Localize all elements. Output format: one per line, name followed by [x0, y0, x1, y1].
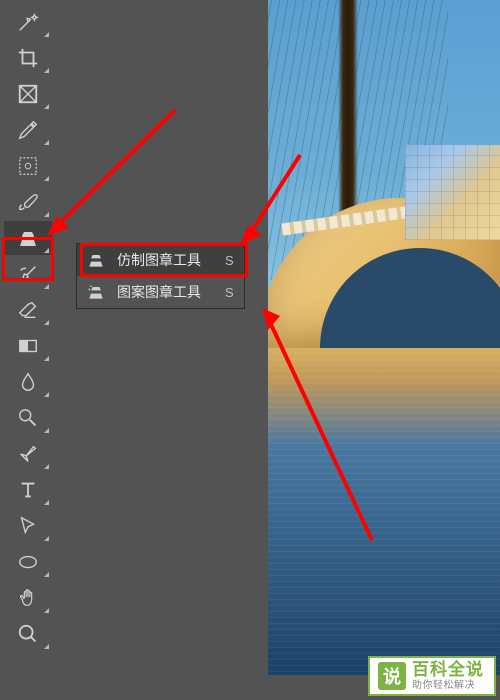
- canvas[interactable]: [268, 0, 500, 675]
- tool-clone-stamp[interactable]: [4, 221, 52, 255]
- tool-zoom[interactable]: [4, 617, 52, 651]
- menu-pattern-stamp[interactable]: 图案图章工具 S: [77, 276, 244, 308]
- tool-magic-wand[interactable]: [4, 5, 52, 39]
- tool-hand[interactable]: [4, 581, 52, 615]
- tool-history-brush[interactable]: [4, 257, 52, 291]
- watermark-subtitle: 助你轻松解决: [412, 680, 484, 691]
- watermark: 说 百科全说 助你轻松解决: [368, 656, 496, 696]
- tools-panel: [0, 0, 58, 700]
- tool-blur[interactable]: [4, 365, 52, 399]
- tool-crop[interactable]: [4, 41, 52, 75]
- tool-eraser[interactable]: [4, 293, 52, 327]
- menu-item-shortcut: S: [225, 285, 234, 300]
- clone-stamp-icon: [85, 249, 107, 271]
- tool-text[interactable]: [4, 473, 52, 507]
- tool-spot-heal[interactable]: [4, 149, 52, 183]
- watermark-logo: 说: [378, 662, 406, 690]
- tool-path-select[interactable]: [4, 509, 52, 543]
- tool-eyedropper[interactable]: [4, 113, 52, 147]
- watermark-title: 百科全说: [412, 661, 484, 680]
- water-reflection: [268, 348, 500, 675]
- menu-item-shortcut: S: [225, 253, 234, 268]
- tool-brush[interactable]: [4, 185, 52, 219]
- tool-frame[interactable]: [4, 77, 52, 111]
- tool-gradient[interactable]: [4, 329, 52, 363]
- pattern-stamp-icon: [85, 281, 107, 303]
- tool-pen[interactable]: [4, 437, 52, 471]
- menu-item-label: 图案图章工具: [117, 282, 201, 302]
- tool-ellipse[interactable]: [4, 545, 52, 579]
- tool-dodge[interactable]: [4, 401, 52, 435]
- menu-clone-stamp[interactable]: 仿制图章工具 S: [77, 244, 244, 276]
- pixelated-region: [405, 145, 500, 240]
- stamp-tool-flyout: 仿制图章工具 S 图案图章工具 S: [76, 243, 245, 309]
- menu-item-label: 仿制图章工具: [117, 250, 201, 270]
